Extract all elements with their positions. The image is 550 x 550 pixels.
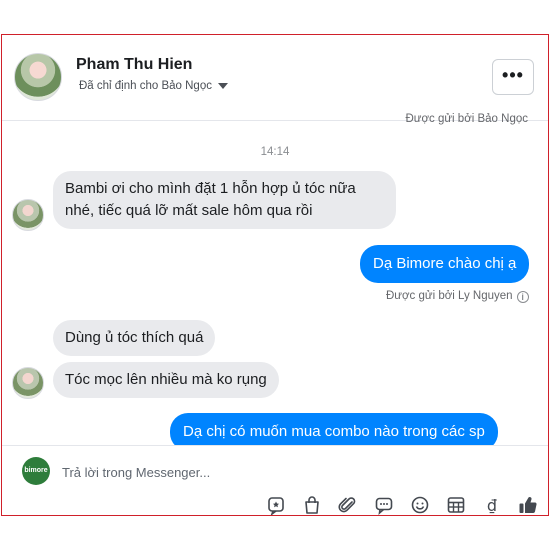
messenger-panel: Pham Thu Hien Đã chỉ định cho Bảo Ngọc •…	[1, 34, 549, 516]
more-options-button[interactable]: •••	[492, 59, 534, 95]
message-bubble-incoming[interactable]: Bambi ơi cho mình đặt 1 hỗn hợp ủ tóc nữ…	[53, 171, 396, 229]
bag-icon[interactable]	[300, 493, 324, 515]
sent-by-label: Được gửi bởi Ly Nguyen	[386, 290, 513, 302]
avatar	[12, 199, 44, 231]
message-bubble-outgoing[interactable]: Dạ Bimore chào chị ạ	[360, 245, 530, 283]
conversation-header: Pham Thu Hien Đã chỉ định cho Bảo Ngọc •…	[2, 35, 548, 121]
assignment-label: Đã chỉ định cho Bảo Ngọc	[79, 80, 212, 92]
caret-down-icon	[217, 82, 228, 89]
attach-icon[interactable]	[336, 493, 360, 515]
info-icon[interactable]: i	[516, 291, 529, 303]
sent-by-note: Được gửi bởi Ly Nguyen i	[386, 290, 529, 303]
contact-name[interactable]: Pham Thu Hien	[76, 56, 192, 74]
avatar[interactable]	[14, 53, 62, 101]
sticker-icon[interactable]	[264, 493, 288, 515]
assignment-dropdown[interactable]: Đã chỉ định cho Bảo Ngọc	[79, 80, 228, 92]
quick-reply-icon[interactable]	[372, 493, 396, 515]
sent-by-note: Được gửi bởi Bảo Ngọc	[405, 113, 528, 125]
svg-text:₫: ₫	[487, 496, 497, 515]
timestamp: 14:14	[260, 146, 290, 158]
currency-icon[interactable]: ₫	[480, 493, 504, 515]
message-bubble-incoming[interactable]: Tóc mọc lên nhiều mà ko rụng	[53, 362, 279, 398]
like-icon[interactable]	[516, 493, 540, 515]
calendar-icon[interactable]	[444, 493, 468, 515]
message-bubble-incoming[interactable]: Dùng ủ tóc thích quá	[53, 320, 216, 356]
reply-composer: bimore ₫	[2, 445, 548, 515]
reply-input[interactable]	[62, 462, 502, 482]
emoji-icon[interactable]	[408, 493, 432, 515]
page-logo: bimore	[22, 457, 50, 485]
avatar	[12, 367, 44, 399]
composer-toolbar: ₫	[264, 493, 540, 515]
